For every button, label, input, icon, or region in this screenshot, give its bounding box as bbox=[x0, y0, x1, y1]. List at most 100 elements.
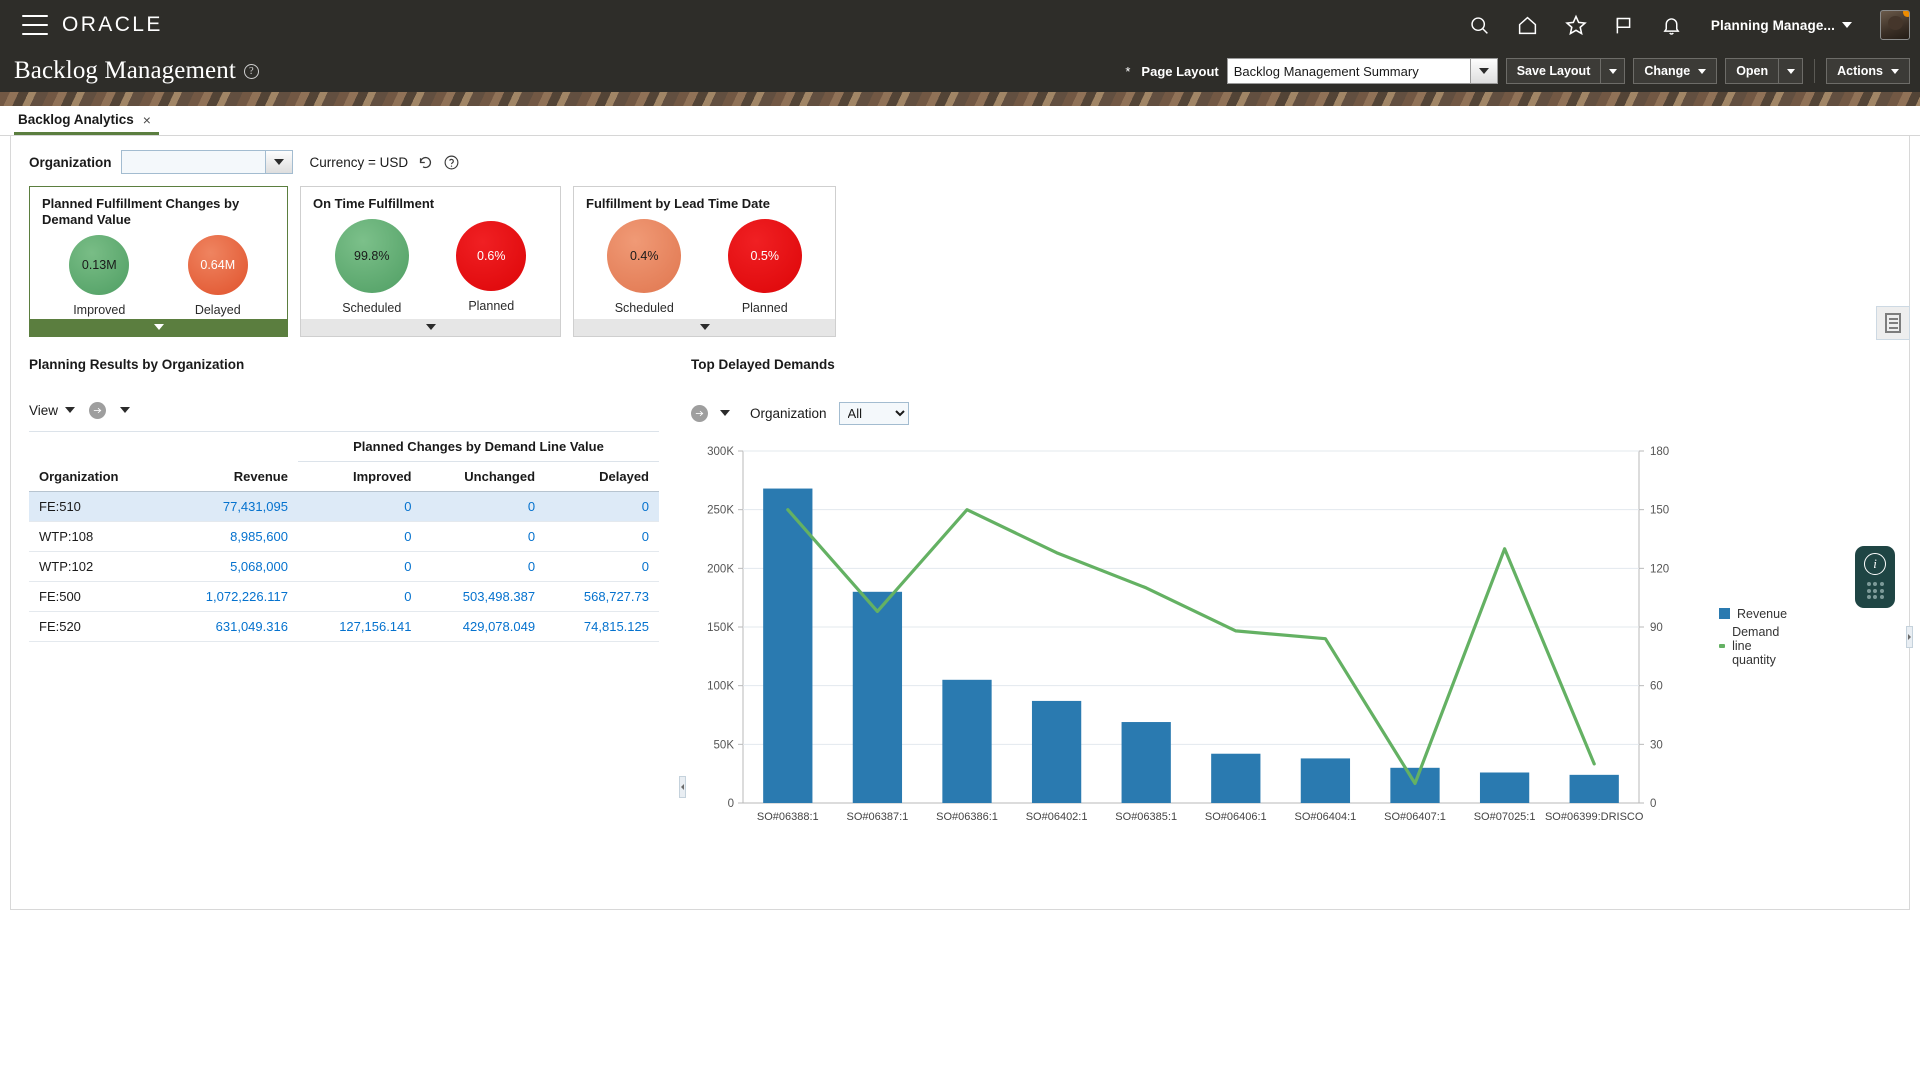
save-layout-button[interactable]: Save Layout bbox=[1505, 58, 1602, 84]
kpi-card-planned-fulfillment-changes[interactable]: Planned Fulfillment Changes by Demand Va… bbox=[29, 186, 288, 337]
cell-revenue[interactable]: 1,072,226.117 bbox=[161, 581, 298, 612]
table-spacer-cell bbox=[161, 430, 298, 461]
chart-organization-label: Organization bbox=[750, 405, 827, 421]
page-title-bar: Backlog Management ? * Page Layout Backl… bbox=[0, 50, 1920, 92]
kpi-bubble-scheduled[interactable]: 0.4% bbox=[607, 219, 682, 294]
detach-arrow-icon[interactable] bbox=[89, 401, 107, 419]
table-spacer-cell bbox=[29, 430, 162, 461]
top-delayed-demands-chart: 0 50K 100K 150K 200K 250K 300K 0 30 60 90 120 150 180… bbox=[691, 437, 1787, 837]
cell-revenue[interactable]: 5,068,000 bbox=[161, 551, 298, 582]
apps-grid-icon[interactable] bbox=[1866, 582, 1884, 599]
detach-arrow-icon[interactable] bbox=[691, 404, 708, 422]
kpi-card-fulfillment-by-lead-time-date[interactable]: Fulfillment by Lead Time Date 0.4% Sched… bbox=[573, 186, 836, 337]
kpi-title: On Time Fulfillment bbox=[313, 196, 435, 211]
document-panel-icon[interactable] bbox=[1876, 306, 1910, 340]
cell-delayed[interactable]: 0 bbox=[545, 521, 659, 552]
cell-unchanged[interactable]: 429,078.049 bbox=[421, 611, 546, 642]
home-icon[interactable] bbox=[1515, 12, 1541, 38]
kpi-bubble-planned[interactable]: 0.6% bbox=[456, 221, 527, 292]
cell-improved[interactable]: 0 bbox=[297, 521, 422, 552]
svg-text:30: 30 bbox=[1650, 739, 1663, 751]
organization-select[interactable] bbox=[120, 150, 293, 174]
content-area: Organization Currency = USD Planned Fulf… bbox=[0, 136, 1920, 1080]
cell-unchanged[interactable]: 0 bbox=[421, 551, 546, 582]
table-row[interactable]: FE:500 1,072,226.117 0 503,498.387 568,7… bbox=[29, 581, 659, 612]
legend-item-demand-line-quantity[interactable]: Demand line quantity bbox=[1719, 625, 1787, 667]
table-row[interactable]: FE:510 77,431,095 0 0 0 bbox=[29, 491, 659, 522]
cell-unchanged[interactable]: 0 bbox=[421, 491, 546, 522]
help-icon[interactable] bbox=[443, 154, 460, 171]
kpi-expand-toggle[interactable] bbox=[30, 318, 287, 336]
left-panel-splitter[interactable] bbox=[679, 776, 686, 798]
menu-icon[interactable] bbox=[22, 15, 48, 35]
cell-revenue[interactable]: 8,985,600 bbox=[161, 521, 298, 552]
kpi-expand-toggle[interactable] bbox=[574, 318, 835, 336]
cell-improved[interactable]: 0 bbox=[297, 581, 422, 612]
legend-item-revenue[interactable]: Revenue bbox=[1719, 607, 1787, 621]
user-menu[interactable]: Planning Manage... bbox=[1711, 18, 1852, 33]
cell-improved[interactable]: 0 bbox=[297, 551, 422, 582]
avatar[interactable] bbox=[1880, 10, 1910, 40]
cell-unchanged[interactable]: 503,498.387 bbox=[421, 581, 546, 612]
organization-filter-label: Organization bbox=[29, 154, 112, 170]
chart-organization-select[interactable]: All bbox=[838, 401, 909, 425]
page-layout-select[interactable]: Backlog Management Summary bbox=[1226, 58, 1498, 84]
column-header-delayed[interactable]: Delayed bbox=[545, 461, 659, 492]
search-icon[interactable] bbox=[1467, 12, 1493, 38]
table-options-chevron-icon[interactable] bbox=[120, 407, 131, 413]
cell-revenue[interactable]: 77,431,095 bbox=[161, 491, 298, 522]
organization-dropdown-arrow[interactable] bbox=[264, 150, 293, 174]
page-layout-dropdown-arrow[interactable] bbox=[1469, 58, 1498, 84]
kpi-bubble-delayed[interactable]: 0.64M bbox=[187, 234, 248, 295]
notifications-bell-icon[interactable] bbox=[1659, 12, 1685, 38]
kpi-bubble-scheduled[interactable]: 99.8% bbox=[334, 219, 409, 294]
tab-backlog-analytics[interactable]: Backlog Analytics × bbox=[14, 108, 159, 135]
svg-text:180: 180 bbox=[1650, 446, 1669, 458]
cell-revenue[interactable]: 631,049.316 bbox=[161, 611, 298, 642]
close-icon[interactable]: × bbox=[143, 113, 151, 127]
kpi-bubble-improved[interactable]: 0.13M bbox=[69, 234, 130, 295]
change-button[interactable]: Change bbox=[1633, 58, 1718, 84]
column-header-organization[interactable]: Organization bbox=[29, 461, 162, 492]
info-icon[interactable]: i bbox=[1864, 553, 1886, 575]
kpi-bubble-item: 0.6% Planned bbox=[456, 221, 527, 313]
kpi-bubble-planned[interactable]: 0.5% bbox=[727, 219, 802, 294]
cell-delayed[interactable]: 568,727.73 bbox=[545, 581, 659, 612]
chevron-down-icon bbox=[65, 407, 76, 413]
actions-button[interactable]: Actions bbox=[1826, 58, 1910, 84]
cell-delayed[interactable]: 0 bbox=[545, 491, 659, 522]
kpi-card-on-time-fulfillment[interactable]: On Time Fulfillment 99.8% Scheduled 0.6%… bbox=[300, 186, 561, 337]
table-row[interactable]: WTP:108 8,985,600 0 0 0 bbox=[29, 521, 659, 552]
save-layout-dropdown-arrow[interactable] bbox=[1601, 58, 1626, 84]
refresh-icon[interactable] bbox=[417, 154, 434, 171]
cell-improved[interactable]: 0 bbox=[297, 491, 422, 522]
cell-improved[interactable]: 127,156.141 bbox=[297, 611, 422, 642]
planning-results-section: Planning Results by Organization View Pl… bbox=[11, 357, 671, 837]
table-row[interactable]: FE:520 631,049.316 127,156.141 429,078.0… bbox=[29, 611, 659, 642]
column-header-revenue[interactable]: Revenue bbox=[161, 461, 298, 492]
help-float-widget[interactable]: i bbox=[1855, 546, 1895, 608]
favorites-star-icon[interactable] bbox=[1563, 12, 1589, 38]
kpi-bubble-label: Scheduled bbox=[342, 301, 402, 316]
open-dropdown-arrow[interactable] bbox=[1779, 58, 1804, 84]
planning-results-table: Planned Changes by Demand Line Value Org… bbox=[29, 430, 659, 642]
right-panel-splitter[interactable] bbox=[1906, 626, 1913, 648]
cell-delayed[interactable]: 0 bbox=[545, 551, 659, 582]
column-header-improved[interactable]: Improved bbox=[297, 461, 422, 492]
actions-button-label: Actions bbox=[1837, 64, 1883, 78]
view-menu-button[interactable]: View bbox=[29, 403, 76, 418]
svg-text:SO#07025:1: SO#07025:1 bbox=[1474, 811, 1536, 823]
table-body: FE:510 77,431,095 0 0 0 WTP:108 8,985,60… bbox=[29, 491, 659, 642]
cell-delayed[interactable]: 74,815.125 bbox=[545, 611, 659, 642]
column-header-unchanged[interactable]: Unchanged bbox=[421, 461, 546, 492]
page-help-icon[interactable]: ? bbox=[243, 63, 259, 79]
cell-unchanged[interactable]: 0 bbox=[421, 521, 546, 552]
svg-text:200K: 200K bbox=[707, 563, 734, 575]
chart-options-chevron-icon[interactable] bbox=[720, 410, 730, 416]
chart-canvas[interactable]: 0 50K 100K 150K 200K 250K 300K 0 30 60 90 120 150 180… bbox=[691, 437, 1701, 837]
kpi-bubble-value: 0.4% bbox=[630, 249, 659, 264]
kpi-expand-toggle[interactable] bbox=[301, 318, 560, 336]
open-button[interactable]: Open bbox=[1725, 58, 1780, 84]
flag-icon[interactable] bbox=[1611, 12, 1637, 38]
table-row[interactable]: WTP:102 5,068,000 0 0 0 bbox=[29, 551, 659, 582]
